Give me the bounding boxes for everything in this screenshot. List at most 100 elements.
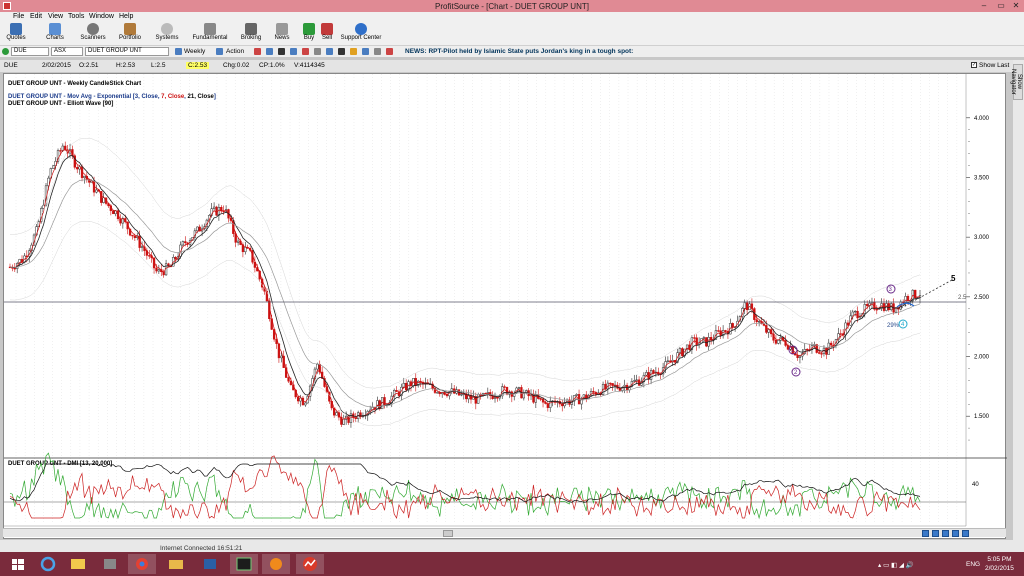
menu-file[interactable]: File	[13, 13, 24, 20]
tool-lightbulb-icon[interactable]	[350, 48, 357, 55]
scroll-thumb[interactable]	[443, 530, 453, 537]
tool-text-icon[interactable]	[374, 48, 381, 55]
show-navigator-tab[interactable]: Show Navigator	[1010, 64, 1023, 100]
candle-body	[342, 419, 345, 425]
wave-5-label: 5	[951, 274, 956, 283]
show-last-label: Show Last	[979, 62, 1010, 69]
horizontal-scrollbar[interactable]	[3, 528, 1006, 537]
chrome-icon[interactable]	[128, 554, 156, 574]
scroll-left-button[interactable]	[942, 530, 949, 537]
outlook-icon[interactable]	[196, 554, 224, 574]
candle-body	[414, 378, 417, 386]
fundamental-button[interactable]: Fundamental	[192, 23, 228, 41]
info-low: L:2.5	[151, 62, 166, 69]
candle-body	[174, 257, 177, 260]
tool-cross-icon[interactable]	[302, 48, 309, 55]
period-dropdown[interactable]: Weekly	[184, 47, 205, 56]
quotes-button[interactable]: Quotes	[5, 23, 27, 41]
close-icon[interactable]: ✕	[1010, 1, 1022, 11]
zoom-in-button[interactable]	[932, 530, 939, 537]
folder-icon[interactable]	[162, 554, 190, 574]
candle-body	[436, 392, 439, 394]
charts-button[interactable]: Charts	[44, 23, 66, 41]
show-last-checkbox[interactable]: ✓	[971, 62, 977, 68]
candle-body	[858, 316, 862, 319]
price-chart[interactable]: DUET GROUP UNT - Weekly CandleStick Char…	[4, 74, 1007, 540]
buy-button[interactable]: Buy	[301, 23, 317, 41]
maximize-icon[interactable]: ▭	[995, 1, 1007, 11]
menu-bar: File Edit View Tools Window Help	[0, 12, 1024, 22]
candlestick-series	[8, 141, 922, 428]
security-name-field[interactable]: DUET GROUP UNT	[85, 47, 169, 56]
broking-button[interactable]: Broking	[240, 23, 262, 41]
tool-grid-icon[interactable]	[314, 48, 321, 55]
profitsource-icon[interactable]	[296, 554, 324, 574]
dmi-minus-line	[9, 455, 921, 520]
tool-draw-icon[interactable]	[362, 48, 369, 55]
candle-body	[731, 323, 734, 328]
tool-red-icon[interactable]	[254, 48, 261, 55]
windows-start-icon[interactable]	[4, 554, 32, 574]
news-button[interactable]: News	[273, 23, 291, 41]
news-icon	[276, 23, 288, 35]
candle-body	[95, 189, 98, 193]
tray-icons[interactable]: ▴ ▭ ◧ ◢ 🔊	[878, 561, 914, 569]
exchange-select[interactable]: ASX	[51, 47, 83, 56]
candle-body	[695, 337, 698, 346]
wave-4-label: 4	[901, 322, 905, 328]
ie-icon[interactable]	[34, 554, 62, 574]
quote-info-bar: DUE 2/02/2015 O:2.51 H:2.53 L:2.5 C:2.53…	[0, 60, 1024, 72]
scanners-icon	[87, 23, 99, 35]
fit-button[interactable]	[962, 530, 969, 537]
minimize-icon[interactable]: ‒	[978, 1, 990, 11]
candle-body	[287, 377, 290, 382]
candle-body	[846, 322, 850, 326]
news-ticker[interactable]: NEWS: RPT-Pilot held by Islamic State pu…	[405, 48, 633, 55]
scroll-right-button[interactable]	[952, 530, 959, 537]
candle-body	[774, 339, 778, 344]
systems-button[interactable]: Systems	[155, 23, 179, 41]
info-open: O:2.51	[79, 62, 99, 69]
sell-button[interactable]: Sell	[319, 23, 335, 41]
orange-app-icon[interactable]	[262, 554, 290, 574]
support-center-button[interactable]: Support Center	[338, 23, 384, 41]
candle-body	[887, 303, 890, 311]
menu-view[interactable]: View	[48, 13, 63, 20]
info-change: Chg:0.02	[223, 62, 250, 69]
candle-body	[755, 319, 758, 323]
tool-line-icon[interactable]	[326, 48, 333, 55]
tool-arrow-icon[interactable]	[338, 48, 345, 55]
menu-edit[interactable]: Edit	[30, 13, 42, 20]
broking-icon	[245, 23, 257, 35]
explorer-icon[interactable]	[64, 554, 92, 574]
charts-icon	[49, 23, 61, 35]
menu-help[interactable]: Help	[119, 13, 133, 20]
candle-body	[839, 333, 842, 335]
candle-body	[777, 340, 780, 344]
status-bar: Internet Connected 16:51:21	[0, 540, 1024, 552]
tool-settings-icon[interactable]	[278, 48, 285, 55]
candle-body	[851, 311, 854, 317]
tool-zoom-icon[interactable]	[266, 48, 273, 55]
language-indicator[interactable]: ENG	[966, 561, 980, 568]
info-close: C:2.53	[186, 62, 210, 69]
candle-body	[64, 145, 67, 150]
symbol-code-input[interactable]: DUE	[11, 47, 49, 56]
terminal-icon[interactable]	[230, 554, 258, 574]
tool-globe-icon[interactable]	[290, 48, 297, 55]
symbol-bar: DUE ASX DUET GROUP UNT Weekly Action NEW…	[0, 46, 1024, 58]
system-clock[interactable]: 5:05 PM 2/02/2015	[985, 555, 1014, 573]
info-date: 2/02/2015	[42, 62, 71, 69]
info-volume: V:4114345	[294, 62, 325, 69]
menu-window[interactable]: Window	[89, 13, 114, 20]
portfolio-button[interactable]: Portfolio	[118, 23, 142, 41]
scanners-button[interactable]: Scanners	[80, 23, 106, 41]
tool-delete-icon[interactable]	[386, 48, 393, 55]
menu-tools[interactable]: Tools	[68, 13, 84, 20]
zoom-out-button[interactable]	[922, 530, 929, 537]
wave-3-label: 3	[889, 287, 893, 293]
action-dropdown[interactable]: Action	[226, 47, 244, 56]
app-icon[interactable]	[96, 554, 124, 574]
symbol-status-icon	[2, 48, 9, 55]
candle-body	[724, 330, 727, 332]
